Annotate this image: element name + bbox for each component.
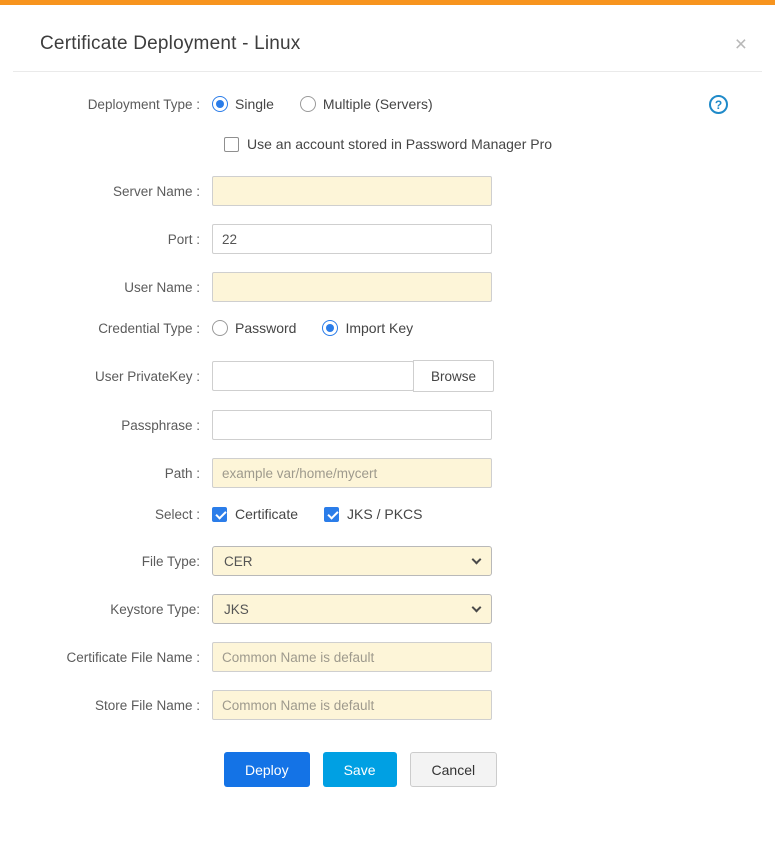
file-type-label: File Type: <box>141 553 200 569</box>
row-store-file-name: Store File Name : <box>0 690 775 720</box>
port-label: Port : <box>167 231 200 247</box>
row-deployment-type: Deployment Type : Single Multiple (Serve… <box>0 95 775 114</box>
port-input[interactable] <box>212 224 492 254</box>
radio-import-key-label[interactable]: Import Key <box>345 320 413 336</box>
pmp-account-label[interactable]: Use an account stored in Password Manage… <box>247 136 552 152</box>
deploy-button[interactable]: Deploy <box>224 752 310 787</box>
radio-password-label[interactable]: Password <box>235 320 296 336</box>
user-name-label: User Name : <box>124 279 200 295</box>
file-type-select[interactable]: CER <box>212 546 492 576</box>
radio-single-label[interactable]: Single <box>235 96 274 112</box>
row-file-type: File Type: CER <box>0 546 775 576</box>
store-file-name-label: Store File Name : <box>94 697 200 713</box>
certificate-file-name-label: Certificate File Name : <box>66 649 200 665</box>
passphrase-input[interactable] <box>212 410 492 440</box>
radio-multiple[interactable] <box>299 96 316 112</box>
certificate-checkbox-label[interactable]: Certificate <box>235 506 298 522</box>
jks-pkcs-checkbox[interactable] <box>324 506 340 522</box>
server-name-input[interactable] <box>212 176 492 206</box>
row-user-private-key: User PrivateKey : Browse <box>0 360 775 392</box>
path-input[interactable] <box>212 458 492 488</box>
radio-password[interactable] <box>212 320 228 336</box>
help-icon[interactable]: ? <box>709 95 728 114</box>
row-path: Path : <box>0 458 775 488</box>
row-select: Select : Certificate JKS / PKCS <box>0 506 775 522</box>
store-file-name-input[interactable] <box>212 690 492 720</box>
radio-multiple-label[interactable]: Multiple (Servers) <box>323 96 433 112</box>
user-name-input[interactable] <box>212 272 492 302</box>
row-credential-type: Credential Type : Password Import Key <box>0 320 775 336</box>
browse-button[interactable]: Browse <box>413 360 495 392</box>
radio-single[interactable] <box>212 96 228 112</box>
close-icon[interactable]: × <box>735 34 747 55</box>
pmp-account-checkbox[interactable] <box>224 136 239 152</box>
passphrase-label: Passphrase : <box>121 417 200 433</box>
jks-pkcs-checkbox-label[interactable]: JKS / PKCS <box>347 506 422 522</box>
file-type-value: CER <box>224 553 253 569</box>
row-passphrase: Passphrase : <box>0 410 775 440</box>
server-name-label: Server Name : <box>112 183 200 199</box>
certificate-file-name-input[interactable] <box>212 642 492 672</box>
row-keystore-type: Keystore Type: JKS <box>0 594 775 624</box>
row-user-name: User Name : <box>0 272 775 302</box>
keystore-type-label: Keystore Type: <box>110 601 200 617</box>
user-private-key-input[interactable] <box>212 361 414 391</box>
keystore-type-select[interactable]: JKS <box>212 594 492 624</box>
keystore-type-value: JKS <box>224 601 249 617</box>
dialog-header: Certificate Deployment - Linux × <box>0 5 775 71</box>
credential-type-label: Credential Type : <box>98 320 200 336</box>
chevron-down-icon <box>471 554 482 564</box>
deployment-type-label: Deployment Type : <box>87 96 200 112</box>
action-buttons: Deploy Save Cancel <box>224 752 775 787</box>
certificate-deployment-form: Deployment Type : Single Multiple (Serve… <box>0 72 775 787</box>
chevron-down-icon <box>471 602 482 612</box>
dialog-title: Certificate Deployment - Linux <box>40 33 301 54</box>
save-button[interactable]: Save <box>322 752 397 787</box>
row-server-name: Server Name : <box>0 176 775 206</box>
certificate-checkbox[interactable] <box>212 506 227 522</box>
user-private-key-label: User PrivateKey : <box>94 368 200 384</box>
row-pmp-account: Use an account stored in Password Manage… <box>0 136 775 152</box>
row-certificate-file-name: Certificate File Name : <box>0 642 775 672</box>
path-label: Path : <box>164 465 200 481</box>
select-label: Select : <box>154 506 200 522</box>
cancel-button[interactable]: Cancel <box>409 752 498 787</box>
radio-import-key[interactable] <box>322 320 339 336</box>
row-port: Port : <box>0 224 775 254</box>
